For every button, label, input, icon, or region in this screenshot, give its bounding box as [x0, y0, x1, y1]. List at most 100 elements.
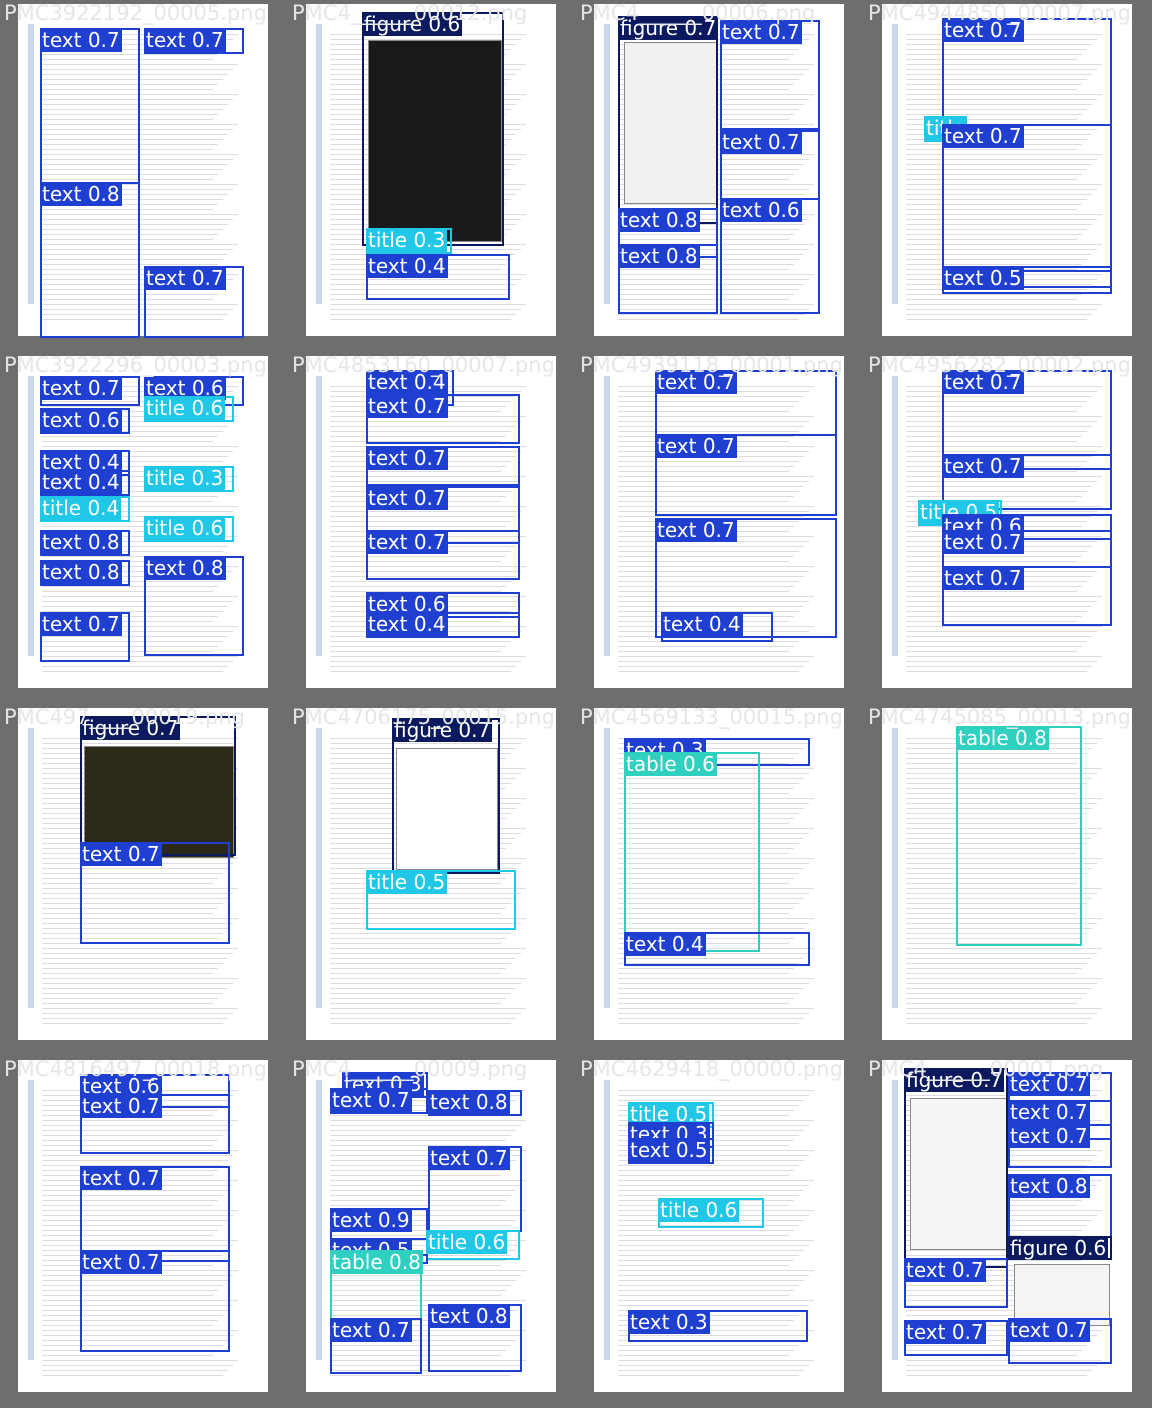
text-line	[618, 1295, 789, 1296]
detection-label: text 0.7	[40, 28, 122, 52]
text-line	[618, 656, 814, 657]
text-line	[618, 1280, 804, 1281]
text-line	[330, 651, 501, 652]
detection-label: text 0.8	[144, 556, 226, 580]
result-tile: PMC4______00009.png text 0.3 text 0.7 text …	[288, 1056, 576, 1408]
text-line	[330, 933, 511, 934]
text-line	[330, 1120, 526, 1121]
result-tile: PMC3922192_00005.png text 0.7 text 0.7 text…	[0, 0, 288, 352]
text-line	[618, 1270, 814, 1271]
detection-label: title 0.3	[144, 466, 226, 490]
text-line	[42, 671, 223, 672]
detection-box-table	[624, 752, 760, 952]
text-line	[330, 1130, 516, 1131]
detection-label: text 0.7	[942, 124, 1024, 148]
detection-label: text 0.7	[366, 446, 448, 470]
text-line	[618, 1180, 814, 1181]
text-line	[618, 1170, 794, 1171]
text-line	[906, 666, 1092, 667]
result-tile: PMC4______00001.png figure 0.7 text 0.7 tex…	[864, 1056, 1152, 1408]
text-line	[330, 666, 516, 667]
text-line	[330, 1008, 526, 1009]
text-line	[618, 516, 804, 517]
text-line	[330, 1018, 516, 1019]
text-line	[618, 993, 799, 994]
detection-label: text 0.6	[40, 408, 122, 432]
detection-label: title 0.6	[426, 1230, 508, 1254]
text-line	[906, 656, 1102, 657]
text-line	[42, 436, 218, 437]
text-line	[42, 983, 233, 984]
text-line	[42, 958, 228, 959]
detection-box-figure	[362, 12, 504, 246]
detection-label: text 0.7	[904, 1320, 986, 1344]
result-tile: PMC497____00019.png figure 0.7 text 0.7	[0, 704, 288, 1056]
text-line	[330, 586, 506, 587]
detection-label: text 0.7	[942, 370, 1024, 394]
manuscript-margin-band	[28, 728, 34, 1008]
detection-label: title 0.5	[366, 870, 448, 894]
manuscript-margin-band	[892, 24, 898, 304]
text-line	[906, 948, 1102, 949]
text-line	[618, 1023, 799, 1024]
text-line	[618, 1285, 799, 1286]
detection-label: figure 0.7	[80, 716, 181, 740]
text-line	[906, 661, 1097, 662]
result-tile: PMC4629418_00000.png title 0.5 text 0.3 tex…	[576, 1056, 864, 1408]
text-line	[42, 1013, 233, 1014]
text-line	[618, 1195, 799, 1196]
text-line	[42, 1355, 213, 1356]
text-line	[42, 998, 218, 999]
detection-label: figure 0.7	[904, 1068, 1005, 1092]
text-line	[618, 651, 789, 652]
text-line	[618, 1165, 799, 1166]
detection-label: figure 0.6	[362, 12, 463, 36]
manuscript-margin-band	[892, 728, 898, 1008]
text-line	[906, 1023, 1087, 1024]
text-line	[906, 641, 1087, 642]
detection-label: text 0.4	[366, 370, 448, 394]
text-line	[906, 1375, 1087, 1376]
detection-label: figure 0.7	[618, 16, 719, 40]
text-line	[330, 993, 511, 994]
text-line	[906, 646, 1082, 647]
text-line	[618, 1300, 814, 1301]
text-line	[618, 1265, 789, 1266]
text-line	[42, 1160, 228, 1161]
text-line	[330, 304, 526, 305]
text-line	[618, 1190, 804, 1191]
detection-label: text 0.7	[144, 266, 226, 290]
text-line	[330, 1125, 521, 1126]
manuscript-margin-band	[604, 24, 610, 304]
text-line	[42, 968, 218, 969]
detection-label: text 0.7	[942, 454, 1024, 478]
text-line	[618, 1350, 794, 1351]
text-line	[330, 943, 501, 944]
text-line	[618, 1370, 804, 1371]
detection-label: text 0.7	[904, 1258, 986, 1282]
detection-label: text 0.8	[428, 1304, 510, 1328]
text-line	[906, 1013, 1097, 1014]
result-tile: PMC4745085_00013.png table 0.8	[864, 704, 1152, 1056]
text-line	[330, 1013, 521, 1014]
detection-label: text 0.4	[624, 932, 706, 956]
text-line	[330, 998, 506, 999]
detection-label: text 0.8	[40, 182, 122, 206]
text-line	[618, 1018, 804, 1019]
text-line	[906, 988, 1092, 989]
result-tile: PMC4816497_00018.png text 0.6 text 0.7 text…	[0, 1056, 288, 1408]
result-tile: PMC4853160_00007.png text 0.4 text 0.7 text…	[288, 352, 576, 704]
detection-label: text 0.7	[366, 394, 448, 418]
text-line	[906, 1003, 1077, 1004]
text-line	[42, 963, 223, 964]
text-line	[618, 1255, 799, 1256]
text-line	[330, 958, 516, 959]
detection-label: text 0.4	[366, 612, 448, 636]
text-line	[42, 1023, 223, 1024]
text-line	[618, 1245, 809, 1246]
text-line	[906, 314, 1092, 315]
text-line	[906, 309, 1097, 310]
text-line	[906, 993, 1087, 994]
text-line	[618, 998, 794, 999]
text-line	[330, 309, 521, 310]
